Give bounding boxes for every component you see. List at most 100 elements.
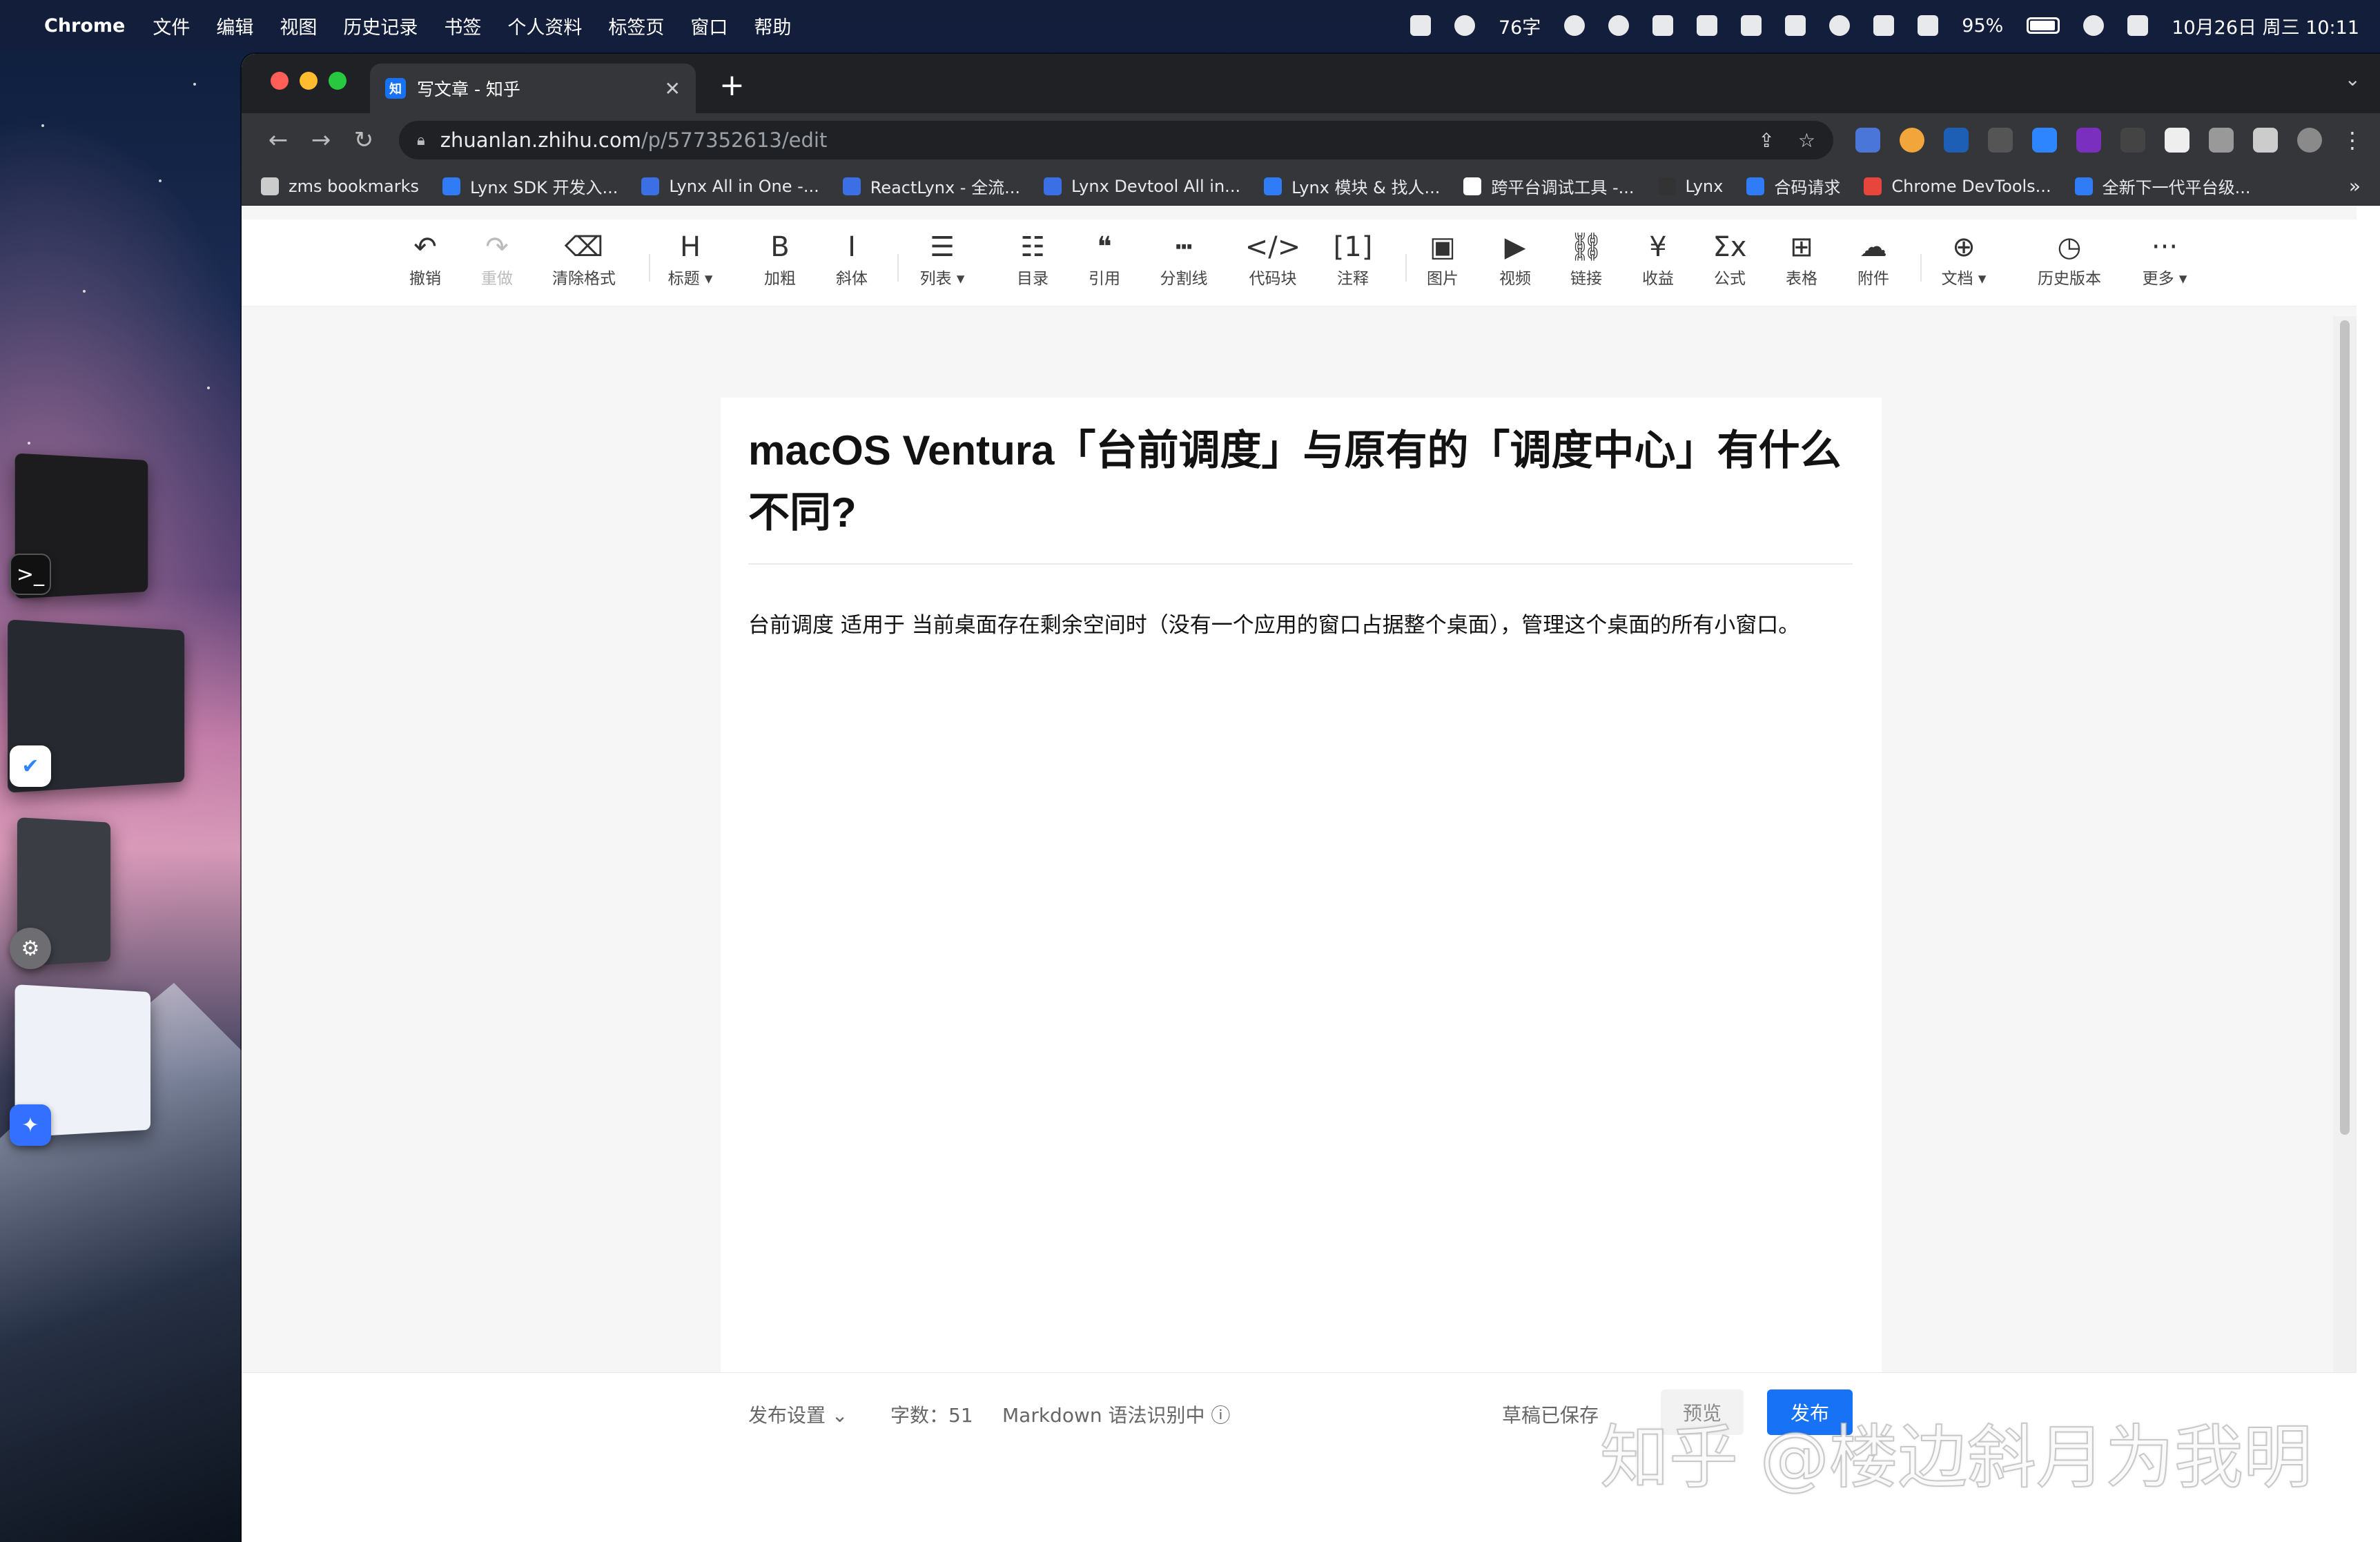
terminal-app-icon[interactable]: >_: [10, 554, 51, 595]
page-scrollbar[interactable]: [2333, 316, 2357, 1542]
menu-view[interactable]: 视图: [280, 12, 317, 39]
tray-app-icon[interactable]: [1410, 15, 1431, 36]
toolbar-redo-button[interactable]: ↷ 重做: [462, 229, 531, 289]
bookmark-item[interactable]: 跨平台调试工具 -...: [1463, 174, 1635, 198]
toolbar-more-button[interactable]: ··· 更多 ▾: [2130, 229, 2199, 289]
tray-cube-icon[interactable]: [1697, 15, 1718, 36]
toolbar-undo-button[interactable]: ↶ 撤销: [391, 229, 460, 289]
battery-percent: 95%: [1962, 14, 2004, 37]
profile-avatar-icon[interactable]: [2297, 128, 2322, 153]
bookmark-item[interactable]: Lynx 模块 & 找人...: [1264, 174, 1440, 198]
bookmarks-overflow-icon[interactable]: »: [2349, 175, 2361, 197]
translate-extension-icon[interactable]: [1855, 128, 1880, 153]
bookmark-item[interactable]: Chrome DevTools...: [1864, 177, 2051, 196]
todo-app-icon[interactable]: ✔: [10, 745, 51, 787]
bookmark-star-icon[interactable]: ☆: [1798, 129, 1815, 152]
menu-history[interactable]: 历史记录: [343, 12, 418, 39]
share-icon[interactable]: ⇪: [1758, 129, 1774, 152]
article-title-input[interactable]: macOS Ventura「台前调度」与原有的「调度中心」有什么不同?: [748, 420, 1853, 544]
article-body-editor[interactable]: 台前调度 适用于 当前桌面存在剩余空间时（没有一个应用的窗口占据整个桌面），管理…: [748, 609, 1866, 642]
toolbar-heading-button[interactable]: H 标题 ▾: [656, 229, 725, 289]
menu-help[interactable]: 帮助: [754, 12, 791, 39]
microphone-icon[interactable]: [1608, 15, 1630, 36]
toolbar-label: 列表 ▾: [919, 270, 965, 288]
tab-search-icon[interactable]: ⌄: [2345, 68, 2361, 90]
forward-icon[interactable]: →: [300, 126, 342, 154]
user-icon[interactable]: [1829, 15, 1851, 36]
toolbar-label: 更多 ▾: [2142, 270, 2187, 288]
menu-file[interactable]: 文件: [153, 12, 190, 39]
control-center-icon[interactable]: [2127, 15, 2149, 36]
scrollbar-thumb[interactable]: [2340, 320, 2350, 1135]
toolbar-code-block-button[interactable]: </> 代码块: [1238, 229, 1307, 289]
hat-extension-icon[interactable]: [1988, 128, 2013, 153]
publish-settings-dropdown[interactable]: 发布设置 ⌄: [748, 1401, 848, 1428]
bookmark-item[interactable]: Lynx SDK 开发入...: [442, 174, 618, 198]
tray-s-icon[interactable]: [1918, 15, 1939, 36]
toolbar-clear-format-button[interactable]: ⌫ 清除格式: [549, 229, 618, 289]
feishu-app-icon[interactable]: ✦: [10, 1104, 51, 1146]
menu-profile[interactable]: 个人资料: [507, 12, 582, 39]
notion-extension-icon[interactable]: [2165, 128, 2189, 153]
minimize-window-button[interactable]: [300, 72, 318, 90]
tray-emoji-icon[interactable]: [1564, 15, 1586, 36]
toolbar-link-button[interactable]: ⛓ 链接: [1552, 229, 1621, 289]
onenote-extension-icon[interactable]: [2076, 128, 2101, 153]
tab-zhihu-editor[interactable]: 知 写文章 - 知乎 ✕: [370, 64, 696, 113]
react-extension-icon[interactable]: [1944, 128, 1969, 153]
zoom-window-button[interactable]: [329, 72, 347, 90]
toolbar-history-button[interactable]: ◷ 历史版本: [2035, 229, 2104, 289]
toolbar-list-button[interactable]: ☰ 列表 ▾: [908, 229, 977, 289]
toolbar-bold-button[interactable]: B 加粗: [745, 229, 815, 289]
audio-icon[interactable]: [1785, 15, 1806, 36]
reload-icon[interactable]: ↻: [342, 126, 385, 154]
toolbar-quote-button[interactable]: ❝ 引用: [1070, 229, 1139, 289]
markdown-indicator[interactable]: Markdown 语法识别中 ⓘ: [1002, 1401, 1230, 1428]
stage-manager-icon[interactable]: [1741, 15, 1762, 36]
menu-bookmarks[interactable]: 书签: [444, 12, 481, 39]
battery-icon[interactable]: [2027, 17, 2060, 34]
toolbar-document-button[interactable]: ⊕ 文档 ▾: [1929, 229, 1998, 289]
side-panel-icon[interactable]: [2253, 128, 2278, 153]
bluetooth-icon[interactable]: [1873, 15, 1895, 36]
toolbar-video-button[interactable]: ▶ 视频: [1481, 229, 1550, 289]
tray-word-count[interactable]: 76字: [1499, 12, 1541, 39]
puzzle-extensions-icon[interactable]: [2209, 128, 2234, 153]
toolbar-toc-button[interactable]: ☷ 目录: [998, 229, 1067, 289]
bookmark-item[interactable]: zms bookmarks: [261, 177, 419, 196]
menu-app-name[interactable]: Chrome: [44, 15, 125, 37]
menu-window[interactable]: 窗口: [690, 12, 728, 39]
chrome-menu-icon[interactable]: ⋮: [2341, 127, 2363, 153]
menu-clock[interactable]: 10月26日 周三 10:11: [2172, 12, 2359, 39]
input-method-icon[interactable]: [1652, 15, 1674, 36]
check-extension-icon[interactable]: [2032, 128, 2057, 153]
toolbar-image-button[interactable]: ▣ 图片: [1408, 229, 1477, 289]
redo-icon: ↷: [485, 231, 509, 263]
bookmark-item[interactable]: Lynx: [1657, 177, 1723, 196]
toolbar-formula-button[interactable]: Σx 公式: [1695, 229, 1764, 289]
close-window-button[interactable]: [271, 72, 289, 90]
menu-edit[interactable]: 编辑: [216, 12, 253, 39]
bookmark-item[interactable]: Lynx All in One -...: [641, 177, 819, 196]
list-extension-icon[interactable]: [2120, 128, 2145, 153]
color-extension-icon[interactable]: [1900, 128, 1924, 153]
address-bar[interactable]: 🔒︎ zhuanlan.zhihu.com/p/577352613/edit ⇪…: [399, 121, 1833, 159]
close-tab-icon[interactable]: ✕: [665, 77, 681, 100]
bookmark-item[interactable]: ReactLynx - 全流...: [842, 174, 1020, 198]
bookmark-item[interactable]: Lynx Devtool All in...: [1043, 177, 1240, 196]
toolbar-attachment-button[interactable]: ☁ 附件: [1839, 229, 1908, 289]
back-icon[interactable]: ←: [257, 126, 300, 154]
toolbar-italic-button[interactable]: I 斜体: [817, 229, 886, 289]
menu-tabs[interactable]: 标签页: [608, 12, 664, 39]
tray-shield-icon[interactable]: [1454, 15, 1475, 36]
toolbar-footnote-button[interactable]: [1] 注释: [1318, 229, 1387, 289]
toolbar-income-button[interactable]: ¥ 收益: [1623, 229, 1693, 289]
bookmark-item[interactable]: 合码请求: [1746, 174, 1840, 198]
wifi-icon[interactable]: [2083, 15, 2105, 36]
lock-icon[interactable]: 🔒︎: [417, 132, 425, 149]
toolbar-divider-button[interactable]: ┅ 分割线: [1149, 229, 1218, 289]
toolbar-table-button[interactable]: ⊞ 表格: [1767, 229, 1836, 289]
bookmark-item[interactable]: 全新下一代平台级...: [2074, 174, 2250, 198]
new-tab-icon[interactable]: +: [719, 68, 745, 103]
system-settings-icon[interactable]: ⚙: [10, 928, 51, 969]
